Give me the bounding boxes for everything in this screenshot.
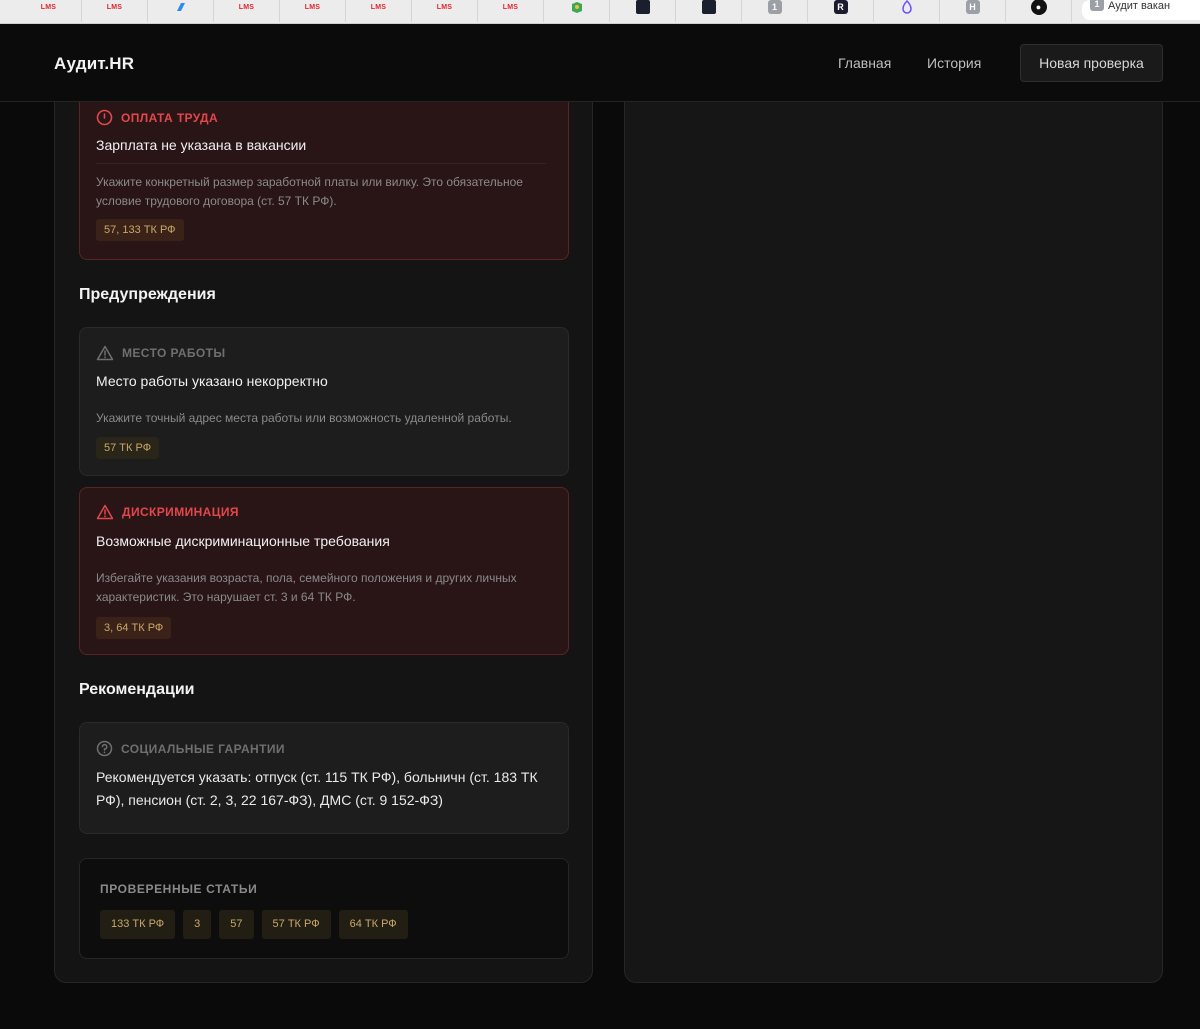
- browser-tab[interactable]: LMS: [478, 0, 544, 22]
- warning-title: Возможные дискриминационные требования: [96, 533, 390, 549]
- logo[interactable]: Аудит.HR: [54, 54, 134, 74]
- recommendation-category: СОЦИАЛЬНЫЕ ГАРАНТИИ: [96, 740, 285, 757]
- warning-card-discrimination: ДИСКРИМИНАЦИЯ Возможные дискриминационны…: [79, 487, 569, 655]
- warning-category-label: ДИСКРИМИНАЦИЯ: [122, 505, 239, 519]
- h-icon: H: [965, 0, 980, 14]
- lms-icon: LMS: [238, 3, 255, 11]
- warning-category: МЕСТО РАБОТЫ: [96, 345, 226, 361]
- warning-category: ДИСКРИМИНАЦИЯ: [96, 504, 239, 520]
- lms-icon: LMS: [304, 3, 321, 11]
- recommendation-category-label: СОЦИАЛЬНЫЕ ГАРАНТИИ: [121, 741, 285, 756]
- browser-tab[interactable]: [676, 0, 742, 22]
- article-chip: 133 ТК РФ: [100, 910, 176, 939]
- browser-tab[interactable]: LMS: [16, 0, 82, 22]
- browser-tab[interactable]: H: [940, 0, 1006, 22]
- new-check-button[interactable]: Новая проверка: [1020, 44, 1163, 82]
- lms-icon: LMS: [370, 3, 387, 11]
- issue-description: Укажите конкретный размер заработной пла…: [96, 175, 523, 208]
- dark-app-icon: [635, 0, 650, 14]
- number-icon: 1: [1090, 0, 1104, 11]
- article-chip: 57: [219, 910, 254, 939]
- article-tag: 3, 64 ТК РФ: [96, 617, 172, 639]
- preview-panel: [624, 102, 1163, 983]
- article-chip: 57 ТК РФ: [261, 910, 331, 939]
- browser-tab[interactable]: LMS: [346, 0, 412, 22]
- browser-tab[interactable]: LMS: [412, 0, 478, 22]
- browser-tab[interactable]: LMS: [280, 0, 346, 22]
- nav-home-link[interactable]: Главная: [838, 55, 891, 71]
- clock-icon: [96, 109, 113, 126]
- article-chip: 64 ТК РФ: [338, 910, 408, 939]
- browser-tab[interactable]: R: [808, 0, 874, 22]
- active-browser-tab[interactable]: 1 Аудит вакан: [1082, 0, 1200, 20]
- browser-tab[interactable]: [148, 0, 214, 22]
- browser-tab[interactable]: 1: [742, 0, 808, 22]
- browser-tab[interactable]: [874, 0, 940, 22]
- browser-tab[interactable]: [610, 0, 676, 22]
- browser-tab-strip: LMS LMS LMS LMS LMS LMS LMS 1 R H ● 1 Ау…: [0, 0, 1200, 24]
- warning-category-label: МЕСТО РАБОТЫ: [122, 346, 226, 360]
- warning-triangle-icon: [96, 504, 114, 520]
- checked-articles-list: 133 ТК РФ 3 57 57 ТК РФ 64 ТК РФ: [100, 910, 408, 939]
- lms-icon: LMS: [436, 3, 453, 11]
- github-icon: ●: [1030, 0, 1047, 15]
- browser-tab[interactable]: LMS: [82, 0, 148, 22]
- warning-title: Место работы указано некорректно: [96, 373, 328, 389]
- active-tab-title: Аудит вакан: [1108, 0, 1171, 12]
- browser-tab[interactable]: ●: [1006, 0, 1072, 22]
- question-circle-icon: [96, 740, 113, 757]
- lms-icon: LMS: [106, 3, 123, 11]
- blue-app-icon: [173, 0, 189, 15]
- checked-articles-box: ПРОВЕРЕННЫЕ СТАТЬИ 133 ТК РФ 3 57 57 ТК …: [79, 858, 569, 959]
- warning-card-workplace: МЕСТО РАБОТЫ Место работы указано некорр…: [79, 327, 569, 476]
- warning-triangle-icon: [96, 345, 114, 361]
- checked-articles-title: ПРОВЕРЕННЫЕ СТАТЬИ: [100, 882, 258, 896]
- warning-description: Избегайте указания возраста, пола, семей…: [96, 571, 517, 604]
- nav-history-link[interactable]: История: [927, 55, 981, 71]
- app-header: Аудит.HR Главная История Новая проверка: [0, 24, 1200, 102]
- number-icon: 1: [767, 0, 782, 14]
- issue-card-pay: ОПЛАТА ТРУДА Зарплата не указана в вакан…: [79, 102, 569, 260]
- issue-category: ОПЛАТА ТРУДА: [96, 109, 218, 126]
- issue-title: Зарплата не указана в вакансии: [96, 137, 307, 153]
- recommendation-text: Рекомендуется указать: отпуск (ст. 115 Т…: [96, 769, 538, 808]
- map-icon: [569, 0, 585, 15]
- article-tag: 57, 133 ТК РФ: [96, 219, 184, 241]
- r-icon: R: [833, 0, 848, 14]
- bubble-icon: [899, 0, 915, 15]
- lms-icon: LMS: [502, 3, 519, 11]
- recommendation-card-social: СОЦИАЛЬНЫЕ ГАРАНТИИ Рекомендуется указат…: [79, 722, 569, 834]
- section-title-warnings: Предупреждения: [79, 286, 216, 303]
- browser-tab[interactable]: [544, 0, 610, 22]
- article-chip: 3: [183, 910, 212, 939]
- article-tag: 57 ТК РФ: [96, 437, 160, 459]
- browser-tab[interactable]: LMS: [214, 0, 280, 22]
- section-title-recommendations: Рекомендации: [79, 681, 195, 698]
- divider: [96, 163, 546, 164]
- issue-category-label: ОПЛАТА ТРУДА: [121, 110, 219, 125]
- warning-description: Укажите точный адрес места работы или во…: [96, 411, 512, 425]
- lms-icon: LMS: [40, 3, 57, 11]
- dark-app-icon: [701, 0, 716, 14]
